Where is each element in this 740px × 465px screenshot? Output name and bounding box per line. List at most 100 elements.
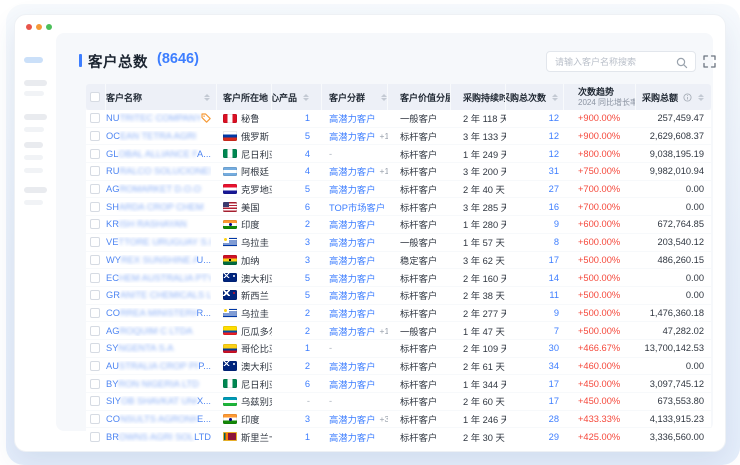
purchase-count-link[interactable]: 30 [549, 343, 559, 353]
column-header-location[interactable]: 客户所在地 [217, 84, 272, 110]
customer-name-link[interactable]: VETTORE URUGUAY S.R.L [106, 237, 211, 247]
core-product-count-link[interactable]: 3 [305, 255, 310, 265]
customer-name-link[interactable]: KRISH RASHAYAN [106, 219, 211, 229]
core-product-count-link[interactable]: 1 [305, 432, 310, 442]
purchase-count-link[interactable]: 16 [549, 202, 559, 212]
customer-name-link[interactable]: OCEAN TETRA AGRI [106, 131, 211, 141]
row-checkbox[interactable] [90, 184, 100, 194]
sidebar-item[interactable] [24, 114, 47, 120]
customer-name-link[interactable]: BROWNS AGRI SOLUTIONS PVT LTD [106, 432, 211, 442]
purchase-count-link[interactable]: 17 [549, 379, 559, 389]
fullscreen-expand-icon[interactable] [703, 55, 716, 68]
sidebar-item[interactable] [24, 91, 44, 96]
sidebar-item[interactable] [24, 127, 44, 132]
purchase-count-link[interactable]: 7 [554, 326, 559, 336]
column-header-amount[interactable]: 采购总额 [636, 84, 711, 110]
select-all-checkbox[interactable] [90, 92, 100, 102]
row-checkbox[interactable] [90, 219, 100, 229]
core-product-count-link[interactable]: 2 [305, 326, 310, 336]
core-product-count-link[interactable]: 5 [305, 290, 310, 300]
row-checkbox[interactable] [90, 255, 100, 265]
column-header-count[interactable]: 采购总次数 [506, 84, 564, 110]
row-checkbox[interactable] [90, 273, 100, 283]
search-input[interactable] [547, 53, 673, 72]
sort-carets[interactable] [381, 94, 387, 101]
column-header-trend[interactable]: 次数趋势2024 同比增长率 [564, 84, 636, 110]
sidebar-item[interactable] [24, 168, 43, 173]
core-product-count-link[interactable]: 4 [305, 166, 310, 176]
column-header-duration[interactable]: 采购持续时间 [451, 84, 506, 110]
row-checkbox[interactable] [90, 343, 100, 353]
core-product-count-link[interactable]: 1 [305, 343, 310, 353]
row-checkbox[interactable] [90, 166, 100, 176]
purchase-count-link[interactable]: 9 [554, 219, 559, 229]
customer-name-link[interactable]: AGROMARKET D.O.O [106, 184, 211, 194]
purchase-count-link[interactable]: 29 [549, 432, 559, 442]
purchase-count-link[interactable]: 12 [549, 149, 559, 159]
purchase-count-link[interactable]: 14 [549, 273, 559, 283]
purchase-count-link[interactable]: 12 [549, 131, 559, 141]
customer-name-link[interactable]: WYREX SUNSHINE AGRO PRODU... [106, 255, 211, 265]
customer-name-link[interactable]: RURALCO SOLUCIONES S.A [106, 166, 211, 176]
sidebar-item[interactable] [24, 187, 47, 193]
sidebar-item-active[interactable] [24, 57, 43, 63]
core-product-count-link[interactable]: 3 [305, 414, 310, 424]
row-checkbox[interactable] [90, 237, 100, 247]
core-product-count-link[interactable]: 6 [305, 379, 310, 389]
customer-name-link[interactable]: AGROQUIM C LTDA [106, 326, 211, 336]
maximize-button[interactable] [46, 24, 52, 30]
row-checkbox[interactable] [90, 379, 100, 389]
customer-name-link[interactable]: CORREA MINISTERIO ALVARO R... [106, 308, 211, 318]
column-header-segment[interactable]: 客户分群 [322, 84, 388, 110]
sidebar-item[interactable] [24, 80, 47, 86]
search-icon[interactable] [676, 57, 688, 69]
row-checkbox[interactable] [90, 432, 100, 442]
info-icon[interactable] [683, 93, 692, 102]
purchase-count-link[interactable]: 31 [549, 166, 559, 176]
customer-name-link[interactable]: NUTRITEC COMPANY S.A.C [106, 113, 201, 123]
customer-name-link[interactable]: SHARDA CROP CHEM [106, 202, 211, 212]
purchase-count-link[interactable]: 28 [549, 414, 559, 424]
purchase-count-link[interactable]: 17 [549, 396, 559, 406]
customer-name-link[interactable]: SYNGENTA S.A [106, 343, 211, 353]
row-checkbox[interactable] [90, 361, 100, 371]
purchase-count-link[interactable]: 34 [549, 361, 559, 371]
sort-carets[interactable] [204, 94, 210, 101]
customer-name-link[interactable]: SIYOB SHAVKAT UNCL TERMIZ X... [106, 396, 211, 406]
core-product-count-link[interactable]: 2 [305, 219, 310, 229]
sidebar-item[interactable] [24, 142, 43, 148]
purchase-count-link[interactable]: 12 [549, 113, 559, 123]
customer-name-link[interactable]: BYRON NIGERIA LTD [106, 379, 211, 389]
row-checkbox[interactable] [90, 290, 100, 300]
column-header-tier[interactable]: 客户价值分层 [388, 84, 451, 110]
core-product-count-link[interactable]: 2 [305, 361, 310, 371]
column-header-name[interactable]: 客户名称 [106, 84, 217, 110]
purchase-count-link[interactable]: 17 [549, 255, 559, 265]
purchase-count-link[interactable]: 8 [554, 237, 559, 247]
row-checkbox[interactable] [90, 414, 100, 424]
customer-name-link[interactable]: AUSTRALIA CROP PROTECTION P... [106, 361, 211, 371]
sort-carets[interactable] [552, 94, 558, 101]
close-button[interactable] [26, 24, 32, 30]
row-checkbox[interactable] [90, 396, 100, 406]
core-product-count-link[interactable]: 2 [305, 308, 310, 318]
sidebar-item[interactable] [24, 155, 43, 160]
customer-name-link[interactable]: GRANITE CHEMICALS LIMITED [106, 290, 211, 300]
sidebar-item[interactable] [24, 200, 43, 205]
row-checkbox[interactable] [90, 113, 100, 123]
core-product-count-link[interactable]: 5 [305, 131, 310, 141]
core-product-count-link[interactable]: 6 [305, 202, 310, 212]
customer-name-link[interactable]: CONSULTS AGRONICS PRIVATE E... [106, 414, 211, 424]
minimize-button[interactable] [36, 24, 42, 30]
core-product-count-link[interactable]: 1 [305, 113, 310, 123]
row-checkbox[interactable] [90, 202, 100, 212]
core-product-count-link[interactable]: 3 [305, 237, 310, 247]
purchase-count-link[interactable]: 11 [549, 290, 559, 300]
purchase-count-link[interactable]: 27 [549, 184, 559, 194]
core-product-count-link[interactable]: 5 [305, 184, 310, 194]
sort-carets[interactable] [303, 94, 309, 101]
customer-name-link[interactable]: ECHEM AUSTRALIA PTY LIMITED [106, 273, 211, 283]
core-product-count-link[interactable]: 5 [305, 273, 310, 283]
row-checkbox[interactable] [90, 326, 100, 336]
row-checkbox[interactable] [90, 308, 100, 318]
